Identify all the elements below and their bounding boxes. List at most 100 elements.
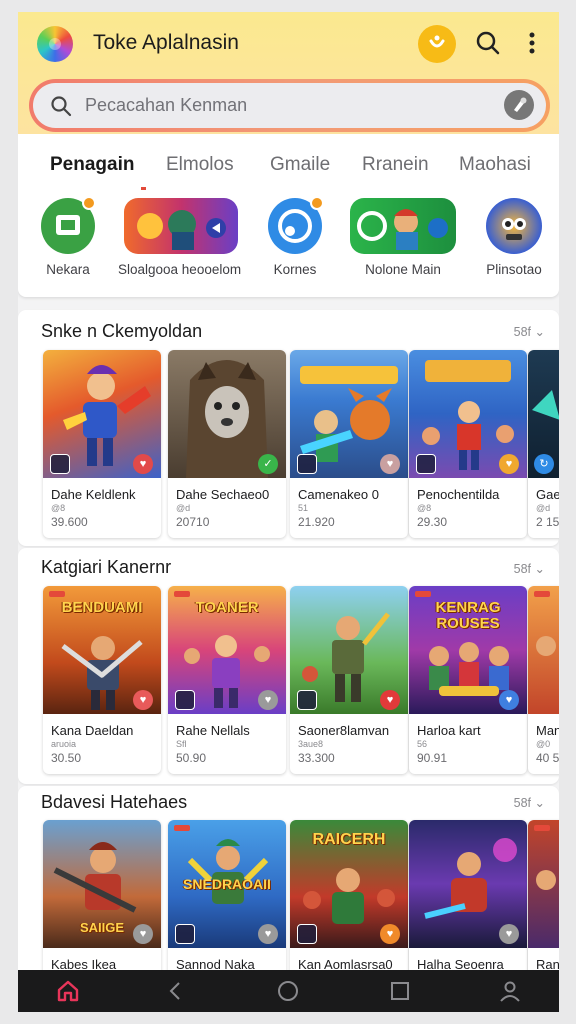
game-count: 2 15 — [536, 515, 559, 529]
heart-icon[interactable]: ♥ — [380, 454, 400, 474]
category-item[interactable]: Nekara — [36, 196, 100, 288]
game-logo-text: KENRAG ROUSES — [435, 599, 501, 632]
more-icon[interactable] — [520, 28, 544, 58]
game-card[interactable]: ♥ Camenakeo 0 51 21.920 — [290, 350, 408, 538]
back-icon[interactable] — [164, 979, 188, 1003]
game-count: 30.50 — [51, 751, 82, 765]
game-count: 40 5 — [536, 751, 559, 765]
game-logo-text: RAICERH — [312, 831, 386, 848]
search-box — [33, 83, 546, 128]
developer-logo-icon — [297, 454, 317, 474]
section-more-link[interactable]: 58f ⌄ — [514, 795, 545, 810]
app-title: Toke Aplalnasin — [93, 31, 239, 54]
category-label: Nolone Main — [365, 262, 441, 277]
badge-icon — [310, 196, 324, 210]
developer-logo-icon — [297, 924, 317, 944]
check-icon[interactable]: ✓ — [258, 454, 278, 474]
heart-icon[interactable]: ♥ — [380, 924, 400, 944]
search-bar — [29, 79, 550, 132]
category-icon — [350, 198, 456, 254]
tab-bar: Penagain Elmolos Gmaile Rranein Maohasi — [18, 150, 559, 186]
tab-indicator — [141, 187, 146, 190]
top-panel: Toke Aplalnasin Pecacahan Kenman Penagai… — [18, 12, 559, 297]
heart-icon[interactable]: ♥ — [258, 690, 278, 710]
category-item[interactable]: Plinsotao — [480, 198, 550, 288]
home-icon[interactable] — [56, 979, 80, 1003]
category-item[interactable]: Kornes — [266, 196, 330, 288]
game-count: 20710 — [176, 515, 210, 529]
game-count: 29.30 — [417, 515, 448, 529]
developer-logo-icon — [297, 690, 317, 710]
tab-elmolos[interactable]: Elmolos — [166, 154, 234, 176]
game-title: Man — [536, 723, 559, 738]
tab-rranein[interactable]: Rranein — [362, 154, 429, 176]
section-more-label: 58f — [513, 325, 532, 339]
heart-icon[interactable]: ♥ — [499, 924, 519, 944]
profile-icon[interactable] — [498, 979, 522, 1003]
app-header: Toke Aplalnasin — [18, 12, 559, 134]
heart-icon[interactable]: ♥ — [133, 924, 153, 944]
game-meta: 51 — [298, 503, 309, 513]
action-icon[interactable]: ↻ — [534, 454, 554, 474]
game-card[interactable]: ♥ Dahe Keldlenk @8 39.600 — [43, 350, 161, 538]
heart-icon[interactable]: ♥ — [133, 454, 153, 474]
game-title: Gae — [536, 487, 559, 502]
category-label: Nekara — [46, 262, 90, 277]
game-meta: @d — [536, 503, 551, 513]
section-more-link[interactable]: 58f ⌄ — [514, 561, 545, 576]
section-games-1: Snke n Ckemyoldan 58f ⌄ ♥ Dahe Keldlenk … — [18, 310, 559, 546]
game-count: 90.91 — [417, 751, 448, 765]
category-item[interactable]: Sloalgooa heooelom — [118, 198, 241, 288]
developer-logo-icon — [50, 454, 70, 474]
section-more-link[interactable]: 58f ⌄ — [514, 324, 545, 339]
circle-home-icon[interactable] — [276, 979, 300, 1003]
game-title: Rahe Nellals — [176, 723, 250, 738]
tag-icon — [49, 591, 65, 597]
heart-icon[interactable]: ♥ — [133, 690, 153, 710]
game-card[interactable]: ↻ Gae @d 2 15 — [528, 350, 559, 538]
game-count: 21.920 — [298, 515, 335, 529]
game-card[interactable]: ♥ Saoner8lamvan 3aue8 33.300 — [290, 586, 408, 774]
section-more-label: 58f — [513, 796, 532, 810]
game-title: Harloa kart — [417, 723, 481, 738]
heart-icon[interactable]: ♥ — [499, 454, 519, 474]
app-logo-icon[interactable] — [37, 26, 73, 62]
bottom-navigation — [18, 970, 559, 1012]
game-card[interactable]: Man @0 40 5 — [528, 586, 559, 774]
tab-maohasi[interactable]: Maohasi — [459, 154, 531, 176]
badge-icon — [82, 196, 96, 210]
game-card[interactable]: KENRAG ROUSES ♥ Harloa kart 56 90.91 — [409, 586, 527, 774]
tag-icon — [174, 825, 190, 831]
developer-logo-icon — [175, 690, 195, 710]
game-meta: aruoia — [51, 739, 77, 749]
game-meta: Sfl — [176, 739, 187, 749]
game-meta: @8 — [417, 503, 432, 513]
developer-logo-icon — [175, 924, 195, 944]
heart-icon[interactable]: ♥ — [499, 690, 519, 710]
game-title: Camenakeo 0 — [298, 487, 379, 502]
game-count: 50.90 — [176, 751, 207, 765]
game-card[interactable]: TOANER ♥ Rahe Nellals Sfl 50.90 — [168, 586, 286, 774]
search-icon[interactable] — [473, 28, 503, 58]
game-meta: @d — [176, 503, 191, 513]
heart-icon[interactable]: ♥ — [380, 690, 400, 710]
game-card[interactable]: ♥ Penochentilda @8 29.30 — [409, 350, 527, 538]
mic-icon[interactable] — [504, 90, 534, 120]
game-title: Penochentilda — [417, 487, 500, 502]
game-count: 33.300 — [298, 751, 335, 765]
search-input[interactable] — [85, 89, 455, 121]
category-icon — [124, 198, 238, 254]
tag-icon — [534, 825, 550, 831]
game-logo-text: BENDUAMI — [61, 599, 143, 616]
section-title: Katgiari Kanernr — [41, 557, 172, 577]
tab-penagain[interactable]: Penagain — [50, 154, 134, 176]
chevron-down-icon: ⌄ — [534, 796, 545, 810]
game-card[interactable]: ✓ Dahe Sechaeo0 @d 20710 — [168, 350, 286, 538]
tab-gmaile[interactable]: Gmaile — [270, 154, 330, 176]
game-card[interactable]: BENDUAMI ♥ Kana Daeldan aruoia 30.50 — [43, 586, 161, 774]
heart-icon[interactable]: ♥ — [258, 924, 278, 944]
notification-icon[interactable] — [418, 25, 456, 63]
game-meta: 56 — [417, 739, 428, 749]
category-item[interactable]: Nolone Main — [348, 198, 458, 288]
recents-icon[interactable] — [388, 979, 412, 1003]
